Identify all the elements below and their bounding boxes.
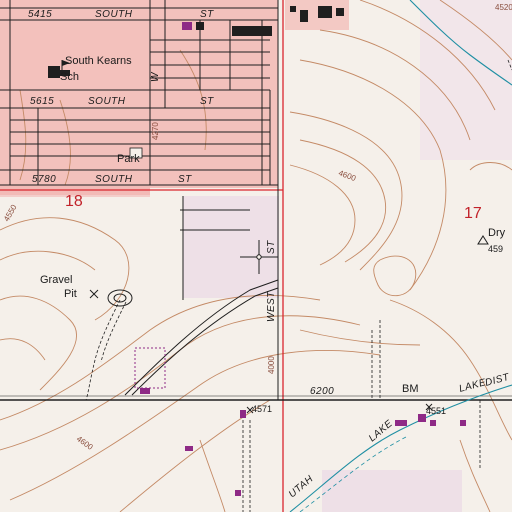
street-st-a-label: ST (200, 9, 214, 20)
street-south-b-label: SOUTH (88, 96, 126, 107)
section-17-label: 17 (464, 205, 482, 222)
school-abbr-label: Sch (60, 71, 79, 83)
street-south-a-label: SOUTH (95, 9, 133, 20)
gravel-label: Gravel (40, 274, 72, 286)
spot-elevation-label: 4571 (252, 404, 272, 414)
dry-elevation-label: 459 (488, 244, 503, 254)
bm-label: BM (402, 383, 419, 395)
park-label: Park (117, 153, 140, 165)
school-name-label: South Kearns (65, 55, 132, 67)
street-st-b-label: ST (200, 96, 214, 107)
dry-label: Dry (488, 227, 506, 239)
street-w-top-label: W (150, 71, 161, 82)
street-4000-label: 4000 (267, 356, 276, 374)
bm-elevation-label: 4551 (426, 406, 446, 416)
street-4270-label: 4270 (151, 122, 160, 140)
street-west-label: WEST (266, 291, 277, 322)
map-canvas: 5415 SOUTH ST South Kearns Sch 5615 SOUT… (0, 0, 512, 512)
street-5415-label: 5415 (28, 9, 52, 20)
street-5615-label: 5615 (30, 96, 54, 107)
pit-label: Pit (64, 288, 77, 300)
street-st-west-label: ST (266, 240, 277, 254)
contour-4520-label: 4520 (495, 3, 512, 12)
street-5780-label: 5780 (32, 174, 56, 185)
street-st-c-label: ST (178, 174, 192, 185)
street-south-c-label: SOUTH (95, 174, 133, 185)
topographic-map: 5415 SOUTH ST South Kearns Sch 5615 SOUT… (0, 0, 512, 512)
street-6200-label: 6200 (310, 386, 334, 397)
section-18-label: 18 (65, 193, 83, 210)
